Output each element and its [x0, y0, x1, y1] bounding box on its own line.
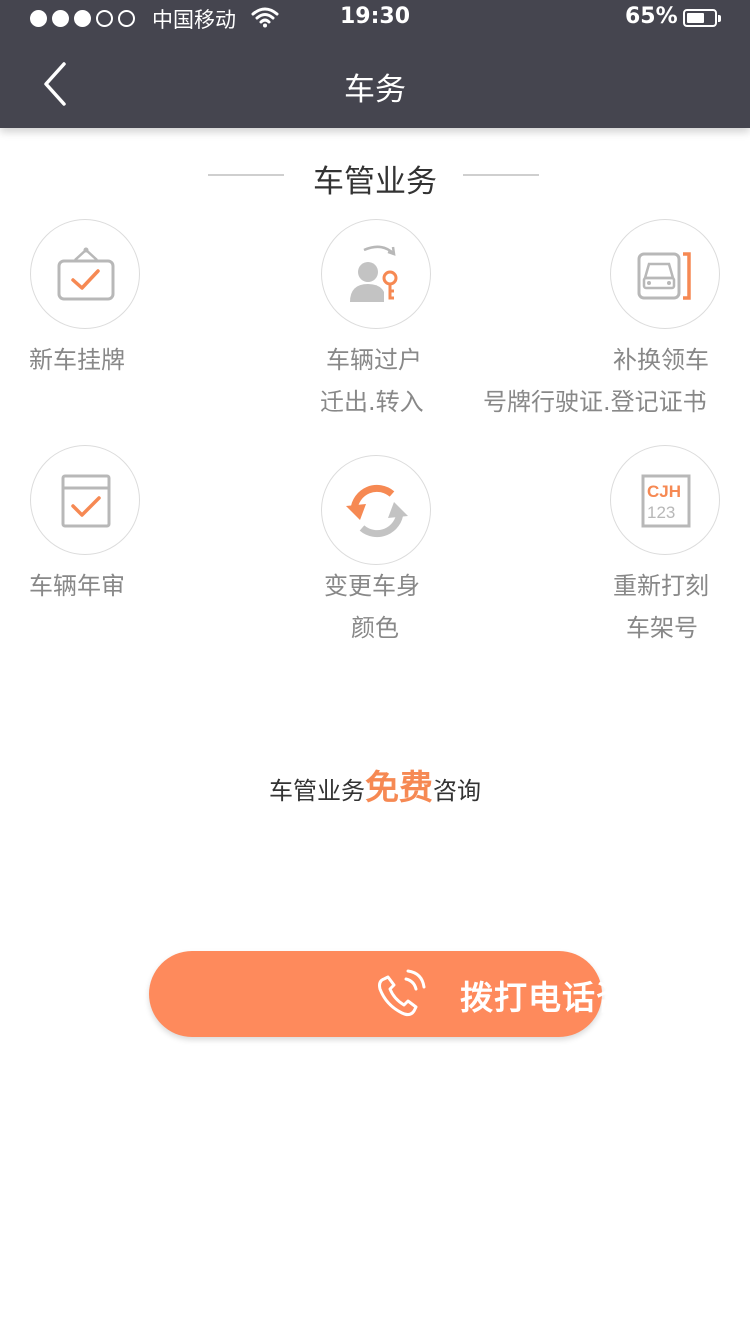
phone-icon: [374, 969, 436, 1025]
status-bar: 中国移动 19:30 65%: [0, 0, 750, 40]
service-sublabel: 颜色: [351, 614, 399, 642]
consult-highlight: 免费: [365, 768, 433, 808]
battery-icon: [683, 9, 721, 27]
vin-plate-icon: CJH 123: [610, 445, 720, 555]
svg-text:123: 123: [647, 503, 675, 522]
page-title: 车务: [344, 72, 406, 108]
consult-suffix: 咨询: [433, 777, 481, 805]
free-consult-text: 车管业务免费咨询: [0, 760, 750, 809]
transfer-icon: [321, 219, 431, 329]
consult-prefix: 车管业务: [269, 777, 365, 805]
section-title: 车管业务: [313, 164, 437, 200]
battery-percent: 65%: [625, 4, 678, 29]
new-plate-icon: [30, 219, 140, 329]
call-button-label: 拨打电话咨询: [460, 978, 664, 1017]
service-sublabel: 迁出.转入: [320, 388, 424, 416]
service-label: 车辆过户: [326, 346, 422, 374]
section-header: 车管业务: [0, 150, 750, 200]
service-sublabel: 号牌行驶证.登记证书: [483, 388, 707, 416]
service-label: 车辆年审: [29, 572, 125, 600]
header: 中国移动 19:30 65% 车务: [0, 0, 750, 128]
divider-right: [463, 174, 539, 176]
service-label: 变更车身: [324, 572, 420, 600]
license-plate-icon: [610, 219, 720, 329]
refresh-icon: [321, 455, 431, 565]
call-consult-button[interactable]: 拨打电话咨询: [149, 951, 663, 1037]
service-label: 补换领车: [613, 346, 709, 374]
svg-text:CJH: CJH: [647, 482, 681, 501]
service-sublabel: 车架号: [626, 614, 698, 642]
service-label: 新车挂牌: [29, 346, 125, 374]
inspection-icon: [30, 445, 140, 555]
service-label: 重新打刻: [613, 572, 709, 600]
nav-bar: 车务: [0, 40, 750, 128]
